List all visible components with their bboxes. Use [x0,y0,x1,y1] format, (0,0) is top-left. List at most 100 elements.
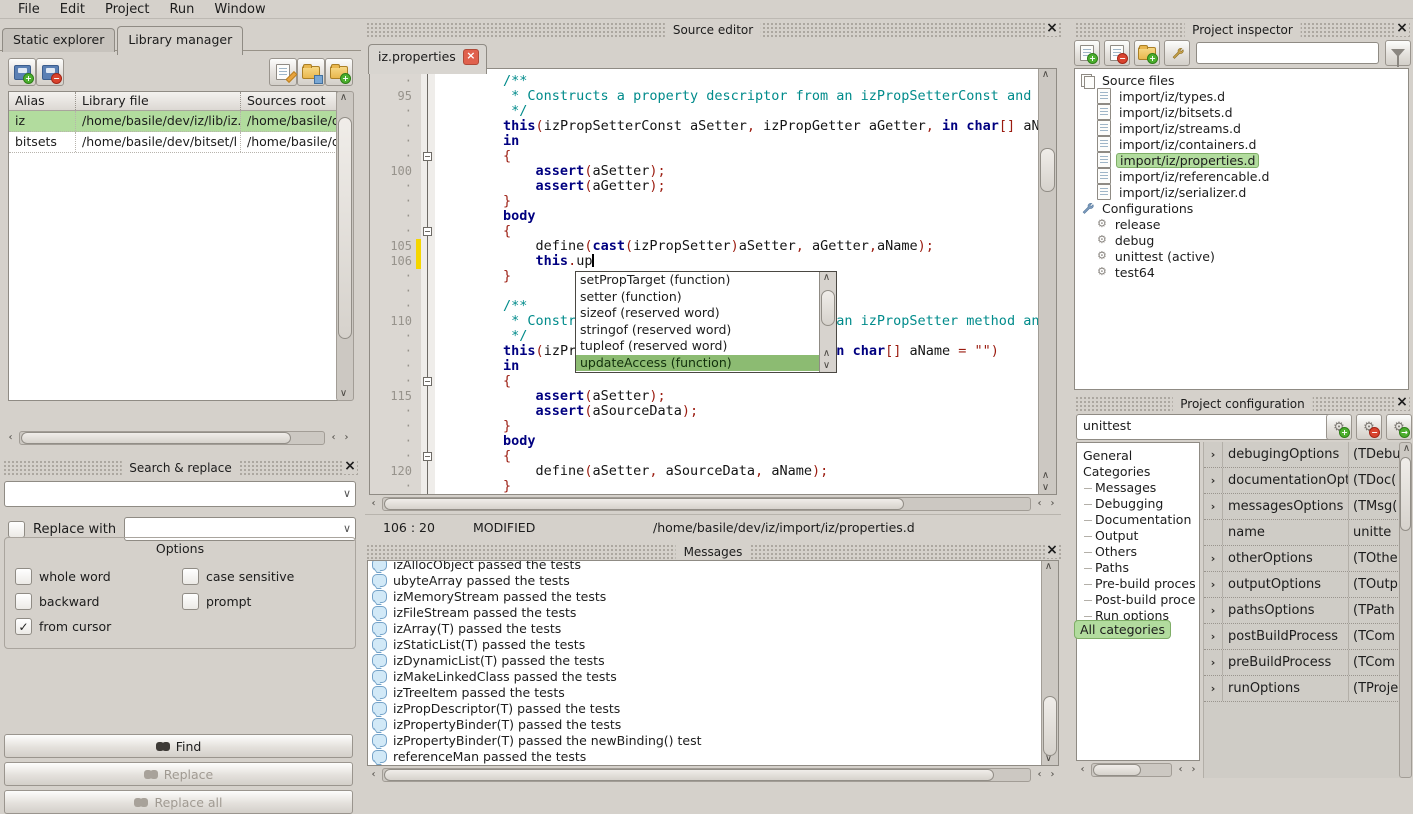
checkbox-prompt[interactable] [182,593,199,610]
property-row-prebuildprocess[interactable]: ›preBuildProcess(TCom [1204,650,1400,676]
expand-arrow-icon[interactable]: › [1204,442,1223,467]
scrollbar-thumb[interactable] [821,290,835,326]
fold-collapse-icon[interactable] [423,377,432,386]
library-table-vertical-scrollbar[interactable]: ∧ ∨ [336,91,354,401]
code-text[interactable]: } [435,419,1038,434]
option-backward[interactable]: backward [15,589,182,614]
code-text[interactable]: in [435,134,1038,149]
tab-static-explorer[interactable]: Static explorer [2,28,115,52]
checkbox-backward[interactable] [15,593,32,610]
message-item[interactable]: referenceMan passed the tests [368,748,1058,764]
property-row-messagesoptions[interactable]: ›messagesOptions(TMsg( [1204,494,1400,520]
configuration-property-grid[interactable]: ›debugingOptions(TDebu›documentationOpti… [1203,442,1400,778]
scroll-left-icon[interactable]: ‹ [4,432,17,444]
editor-vertical-scrollbar[interactable]: ∧ ∧ ∨ [1038,69,1056,494]
property-row-otheroptions[interactable]: ›otherOptions(TOthe [1204,546,1400,572]
inspector-filter-input[interactable] [1196,42,1379,64]
messages-horizontal-scrollbar[interactable]: ‹ ‹ › [367,768,1059,782]
option-case-sensitive[interactable]: case sensitive [182,564,349,589]
code-text[interactable]: } [435,194,1038,209]
tree-item-test64[interactable]: ⚙test64 [1075,264,1408,280]
message-item[interactable]: izPropertyBinder(T) passed the tests [368,716,1058,732]
remove-source-button[interactable]: − [1104,40,1130,66]
fold-collapse-icon[interactable] [423,227,432,236]
message-item[interactable]: izTreeItem passed the tests [368,684,1058,700]
property-row-documentationopti[interactable]: ›documentationOpti(TDoc( [1204,468,1400,494]
scroll-left-icon[interactable]: ‹ [1076,764,1089,776]
activate-configuration-button[interactable]: ⚙→ [1386,414,1412,440]
option-whole-word[interactable]: whole word [15,564,182,589]
scroll-down-icon[interactable]: ∨ [1039,482,1052,494]
configuration-select[interactable]: unittest∨ [1076,414,1348,440]
editor-horizontal-scrollbar[interactable]: ‹ ‹ › [367,497,1059,511]
library-table-header[interactable]: AliasLibrary fileSources root [9,92,337,111]
code-text[interactable]: body [435,434,1038,449]
scrollbar-thumb[interactable] [1400,457,1411,531]
message-item[interactable]: izPropertyBinder(T) passed the newBindin… [368,732,1058,748]
open-library-folder-button[interactable] [297,58,325,86]
add-configuration-button[interactable]: ⚙+ [1326,414,1352,440]
tree-item-source-files[interactable]: Source files [1075,72,1408,88]
code-text[interactable]: { [435,224,1038,239]
category-output[interactable]: Output [1077,528,1199,544]
completion-list[interactable]: setPropTarget (function)setter (function… [576,272,819,372]
tree-item-import-iz-properties-d[interactable]: import/iz/properties.d [1075,152,1408,168]
remove-library-button[interactable]: − [36,58,64,86]
tree-item-import-iz-referencable-d[interactable]: import/iz/referencable.d [1075,168,1408,184]
library-row-bitsets[interactable]: bitsets/home/basile/dev/bitset/l/home/ba… [9,132,337,153]
code-text[interactable]: define(aSetter, aSourceData, aName); [435,464,1038,479]
scrollbar-thumb[interactable] [21,432,291,444]
message-item[interactable]: izDynamicList(T) passed the tests [368,652,1058,668]
add-source-button[interactable]: + [1074,40,1100,66]
tree-item-unittest-active[interactable]: ⚙unittest (active) [1075,248,1408,264]
category-pre-build-proces[interactable]: Pre-build proces [1077,576,1199,592]
scroll-left2-icon[interactable]: ‹ [1033,498,1046,510]
category-debugging[interactable]: Debugging [1077,496,1199,512]
scrollbar-thumb[interactable] [384,769,994,781]
expand-arrow-icon[interactable]: › [1204,624,1223,649]
filter-button[interactable] [1385,40,1411,66]
expand-arrow-icon[interactable]: › [1204,676,1223,701]
category-general[interactable]: General [1077,448,1199,464]
project-tools-button[interactable] [1164,40,1190,66]
scroll-right-icon[interactable]: › [1046,498,1059,510]
tree-item-import-iz-serializer-d[interactable]: import/iz/serializer.d [1075,184,1408,200]
code-text[interactable]: define(cast(izPropSetter)aSetter, aGette… [435,239,1038,254]
code-text[interactable]: } [435,479,1038,494]
property-row-runoptions[interactable]: ›runOptions(TProje [1204,676,1400,702]
scroll-right-icon[interactable]: › [340,432,353,444]
scroll-left2-icon[interactable]: ‹ [1174,764,1187,776]
code-editor[interactable]: · /**95 * Constructs a property descript… [369,68,1057,495]
scroll-up-icon[interactable]: ∧ [1400,443,1413,455]
scroll-down-icon[interactable]: ∨ [337,388,350,400]
tree-item-configurations[interactable]: Configurations [1075,200,1408,216]
scrollbar-thumb[interactable] [338,117,352,339]
code-text[interactable]: assert(aSourceData); [435,404,1038,419]
property-row-name[interactable]: nameunitte [1204,520,1400,546]
category-post-build-proce[interactable]: Post-build proce [1077,592,1199,608]
checkbox-case-sensitive[interactable] [182,568,199,585]
tree-item-import-iz-bitsets-d[interactable]: import/iz/bitsets.d [1075,104,1408,120]
tree-item-import-iz-types-d[interactable]: import/iz/types.d [1075,88,1408,104]
replace-with-checkbox[interactable] [8,521,25,538]
checkbox-from-cursor[interactable]: ✓ [15,618,32,635]
property-row-postbuildprocess[interactable]: ›postBuildProcess(TCom [1204,624,1400,650]
scroll-right-icon[interactable]: › [1046,769,1059,781]
messages-vertical-scrollbar[interactable]: ∧ ∧ ∨ [1041,561,1058,765]
property-row-outputoptions[interactable]: ›outputOptions(TOutp [1204,572,1400,598]
scroll-up2-icon[interactable]: ∧ [1039,470,1052,482]
message-item[interactable]: izArray(T) passed the tests [368,620,1058,636]
code-text[interactable]: { [435,149,1038,164]
property-row-pathsoptions[interactable]: ›pathsOptions(TPath [1204,598,1400,624]
category-others[interactable]: Others [1077,544,1199,560]
message-item[interactable]: izAllocObject passed the tests [368,560,1058,572]
message-item[interactable]: izFileStream passed the tests [368,604,1058,620]
completion-item-setproptarget-function[interactable]: setPropTarget (function) [576,272,819,289]
menu-item-file[interactable]: File [8,2,50,17]
close-icon[interactable]: × [343,459,357,474]
tree-item-import-iz-streams-d[interactable]: import/iz/streams.d [1075,120,1408,136]
scroll-up2-icon[interactable]: ∧ [820,348,833,360]
message-item[interactable]: izStaticList(T) passed the tests [368,636,1058,652]
expand-arrow-icon[interactable]: › [1204,494,1223,519]
expand-arrow-icon[interactable]: › [1204,650,1223,675]
